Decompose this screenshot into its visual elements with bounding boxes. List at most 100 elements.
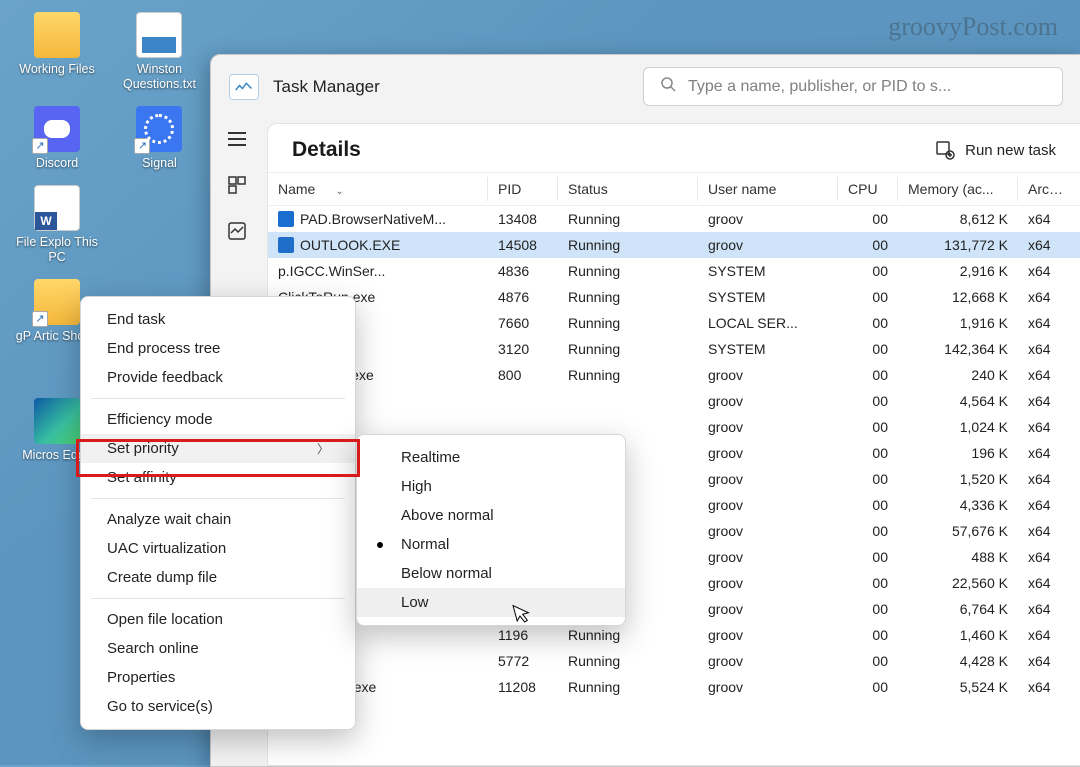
- search-input[interactable]: Type a name, publisher, or PID to s...: [643, 67, 1063, 106]
- col-memory[interactable]: Memory (ac...: [898, 173, 1018, 206]
- priority-below-normal[interactable]: Below normal: [357, 559, 625, 588]
- cell-name: OUTLOOK.EXE: [268, 232, 488, 258]
- col-arch[interactable]: Architec...: [1018, 173, 1080, 206]
- cell-memory: 5,524 K: [898, 674, 1018, 700]
- cell-memory: 8,612 K: [898, 206, 1018, 233]
- table-row[interactable]: ClickToRun.exe4876RunningSYSTEM0012,668 …: [268, 284, 1080, 310]
- page-title: Details: [292, 138, 361, 162]
- col-cpu[interactable]: CPU: [838, 173, 898, 206]
- cell-memory: 12,668 K: [898, 284, 1018, 310]
- table-row[interactable]: .exe7660RunningLOCAL SER...001,916 Kx64: [268, 310, 1080, 336]
- table-row[interactable]: OUTLOOK.EXE14508Runninggroov00131,772 Kx…: [268, 232, 1080, 258]
- cell-arch: x64: [1018, 414, 1080, 440]
- cell-status: Running: [558, 232, 698, 258]
- menu-item-create-dump-file[interactable]: Create dump file: [81, 563, 355, 592]
- cell-pid: [488, 388, 558, 414]
- desktop-icon-file-explorer[interactable]: File Explo This PC: [10, 185, 104, 265]
- shortcut-arrow-icon: ↗: [134, 138, 150, 154]
- cell-memory: 2,916 K: [898, 258, 1018, 284]
- cell-user: groov: [698, 232, 838, 258]
- menu-item-search-online[interactable]: Search online: [81, 634, 355, 663]
- table-row[interactable]: p.IGCC.WinSer...4836RunningSYSTEM002,916…: [268, 258, 1080, 284]
- menu-item-label: Efficiency mode: [107, 411, 213, 428]
- cell-cpu: 00: [838, 362, 898, 388]
- menu-item-end-process-tree[interactable]: End process tree: [81, 334, 355, 363]
- cell-arch: x64: [1018, 466, 1080, 492]
- menu-separator: [91, 398, 345, 399]
- menu-item-properties[interactable]: Properties: [81, 663, 355, 692]
- priority-realtime[interactable]: Realtime: [357, 443, 625, 472]
- menu-item-efficiency-mode[interactable]: Efficiency mode: [81, 405, 355, 434]
- process-icon: [278, 237, 294, 253]
- desktop-icon-discord[interactable]: ↗ Discord: [10, 106, 104, 171]
- col-name[interactable]: Name⌄: [268, 173, 488, 206]
- signal-icon: ↗: [136, 106, 182, 152]
- performance-icon[interactable]: [225, 219, 249, 243]
- menu-item-go-to-service-s-[interactable]: Go to service(s): [81, 692, 355, 721]
- watermark: groovyPost.com: [888, 12, 1058, 42]
- table-row[interactable]: groov004,564 Kx64: [268, 388, 1080, 414]
- cell-cpu: 00: [838, 544, 898, 570]
- menu-item-label: Open file location: [107, 611, 223, 628]
- cell-pid: 4876: [488, 284, 558, 310]
- priority-above-normal[interactable]: Above normal: [357, 501, 625, 530]
- cell-user: LOCAL SER...: [698, 310, 838, 336]
- shortcut-arrow-icon: ↗: [32, 138, 48, 154]
- desktop-icon-working-files[interactable]: Working Files: [10, 12, 104, 77]
- cell-arch: x64: [1018, 232, 1080, 258]
- cell-arch: x64: [1018, 622, 1080, 648]
- run-new-task-button[interactable]: Run new task: [935, 140, 1056, 160]
- priority-normal[interactable]: Normal: [357, 530, 625, 559]
- icon-label: Working Files: [10, 62, 104, 77]
- desktop-icon-signal[interactable]: ↗ Signal: [112, 106, 206, 171]
- cell-pid: 4836: [488, 258, 558, 284]
- table-row[interactable]: ewebview2.exe800Runninggroov00240 Kx64: [268, 362, 1080, 388]
- icon-label: Signal: [112, 156, 206, 171]
- cell-cpu: 00: [838, 336, 898, 362]
- cell-status: Running: [558, 336, 698, 362]
- cell-user: groov: [698, 466, 838, 492]
- cell-cpu: 00: [838, 232, 898, 258]
- run-new-task-label: Run new task: [965, 142, 1056, 159]
- menu-item-open-file-location[interactable]: Open file location: [81, 605, 355, 634]
- priority-high[interactable]: High: [357, 472, 625, 501]
- cell-memory: 1,460 K: [898, 622, 1018, 648]
- menu-item-uac-virtualization[interactable]: UAC virtualization: [81, 534, 355, 563]
- cell-cpu: 00: [838, 206, 898, 233]
- hamburger-icon[interactable]: [225, 127, 249, 151]
- folder-icon: [34, 12, 80, 58]
- menu-item-analyze-wait-chain[interactable]: Analyze wait chain: [81, 505, 355, 534]
- cell-cpu: 00: [838, 388, 898, 414]
- processes-icon[interactable]: [225, 173, 249, 197]
- cell-user: groov: [698, 362, 838, 388]
- col-user[interactable]: User name: [698, 173, 838, 206]
- menu-item-provide-feedback[interactable]: Provide feedback: [81, 363, 355, 392]
- cell-arch: x64: [1018, 258, 1080, 284]
- table-row[interactable]: e.exe5772Runninggroov004,428 Kx64: [268, 648, 1080, 674]
- cell-pid: 5772: [488, 648, 558, 674]
- menu-item-set-affinity[interactable]: Set affinity: [81, 463, 355, 492]
- col-pid[interactable]: PID: [488, 173, 558, 206]
- menu-item-label: Analyze wait chain: [107, 511, 231, 528]
- cell-name: PAD.BrowserNativeM...: [268, 206, 488, 233]
- cell-memory: 488 K: [898, 544, 1018, 570]
- menu-item-end-task[interactable]: End task: [81, 305, 355, 334]
- cell-arch: x64: [1018, 544, 1080, 570]
- priority-low[interactable]: Low: [357, 588, 625, 617]
- table-row[interactable]: msedge.exe11208Runninggroov005,524 Kx64: [268, 674, 1080, 700]
- desktop-icon-winston-questions[interactable]: Winston Questions.txt: [112, 12, 206, 92]
- menu-item-label: Search online: [107, 640, 199, 657]
- cell-cpu: 00: [838, 414, 898, 440]
- cell-cpu: 00: [838, 310, 898, 336]
- table-row[interactable]: Eng.exe3120RunningSYSTEM00142,364 Kx64: [268, 336, 1080, 362]
- process-icon: [278, 211, 294, 227]
- cell-status: Running: [558, 362, 698, 388]
- cell-user: SYSTEM: [698, 258, 838, 284]
- cell-user: groov: [698, 596, 838, 622]
- cell-arch: x64: [1018, 440, 1080, 466]
- menu-item-set-priority[interactable]: Set priority〉: [81, 434, 355, 463]
- word-file-icon: [34, 185, 80, 231]
- col-status[interactable]: Status: [558, 173, 698, 206]
- table-row[interactable]: PAD.BrowserNativeM...13408Runninggroov00…: [268, 206, 1080, 233]
- cell-user: SYSTEM: [698, 336, 838, 362]
